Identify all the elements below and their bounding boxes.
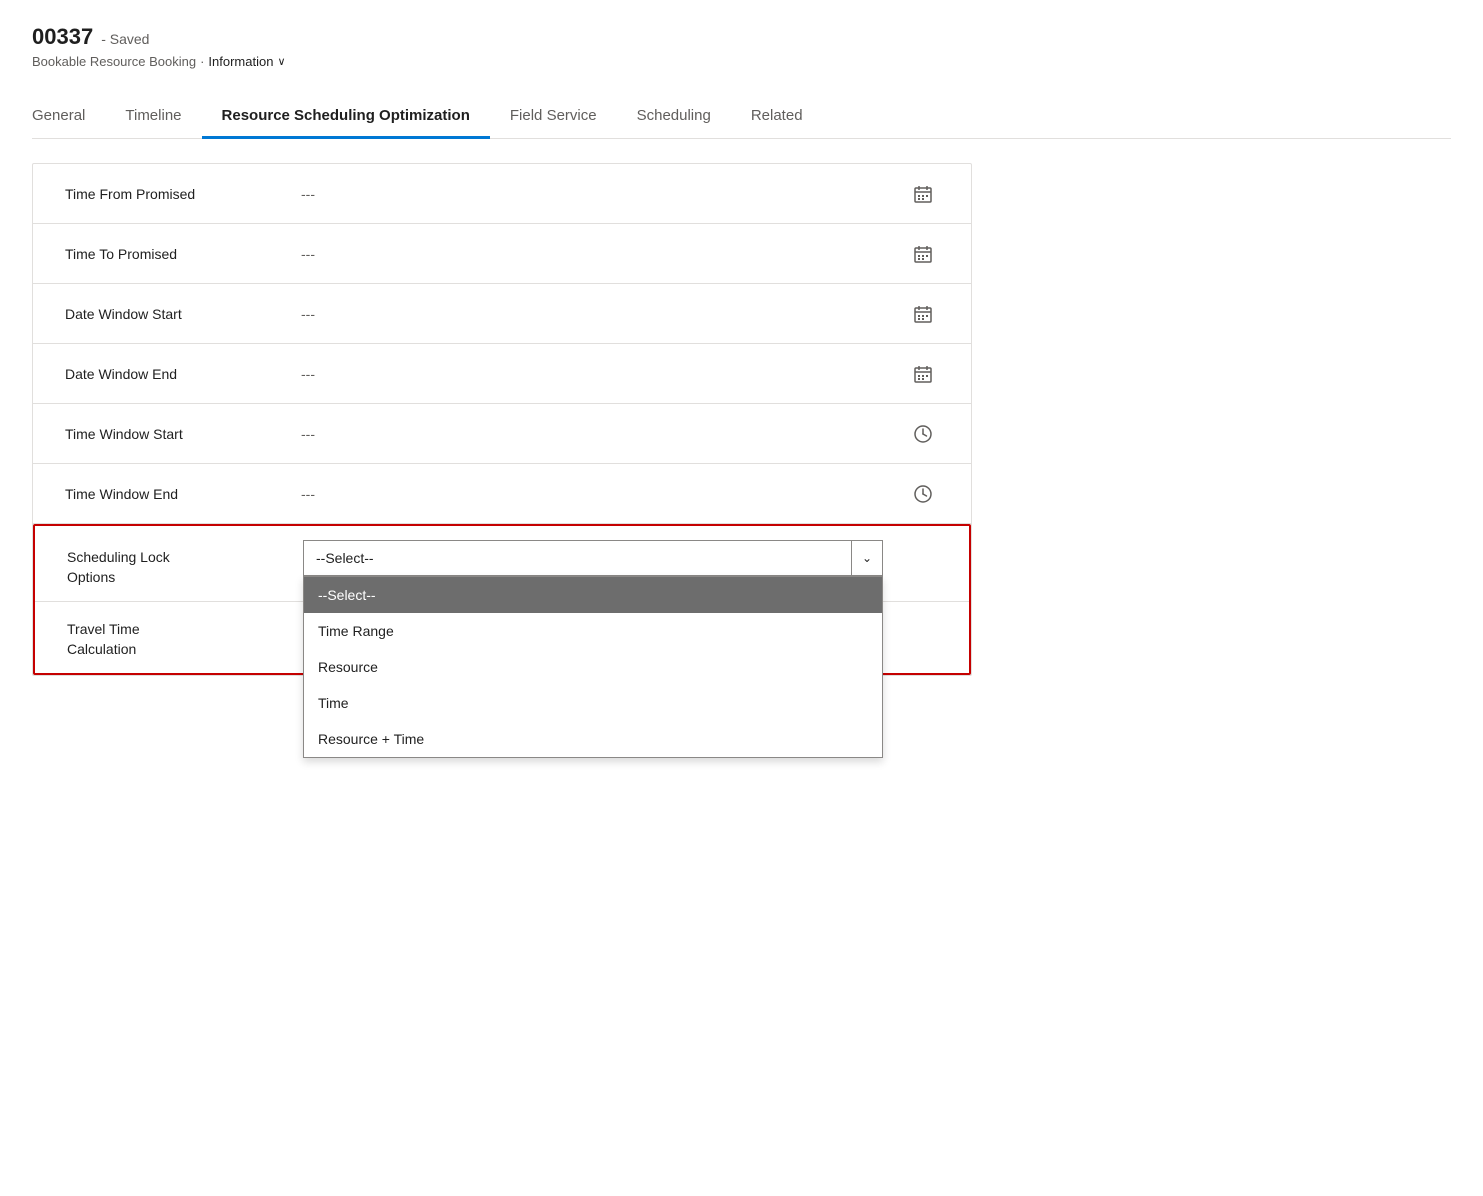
calendar-icon-date-window-end[interactable] <box>907 364 939 384</box>
label-date-window-start: Date Window Start <box>65 306 285 322</box>
tabs-bar: General Timeline Resource Scheduling Opt… <box>32 97 1451 139</box>
row-time-to-promised: Time To Promised --- <box>33 224 971 284</box>
value-time-from-promised: --- <box>285 186 907 202</box>
breadcrumb-current-view[interactable]: Information ∨ <box>208 54 285 69</box>
label-time-window-end: Time Window End <box>65 486 285 502</box>
form-card: Time From Promised --- <box>32 163 972 676</box>
header-section: 00337 - Saved Bookable Resource Booking … <box>32 24 1451 77</box>
chevron-down-icon: ⌄ <box>852 551 882 565</box>
tab-rso[interactable]: Resource Scheduling Optimization <box>202 97 490 139</box>
clock-icon-time-window-end[interactable] <box>907 484 939 504</box>
record-saved: - Saved <box>101 31 149 47</box>
calendar-icon-time-from-promised[interactable] <box>907 184 939 204</box>
dropdown-option-time[interactable]: Time <box>304 685 882 721</box>
value-time-window-end: --- <box>285 486 907 502</box>
tab-field-service[interactable]: Field Service <box>490 97 617 139</box>
label-scheduling-lock-options: Scheduling Lock Options <box>67 540 287 587</box>
row-time-window-start: Time Window Start --- <box>33 404 971 464</box>
label-time-from-promised: Time From Promised <box>65 186 285 202</box>
highlighted-section: Scheduling Lock Options --Select-- ⌄ --S <box>33 524 971 675</box>
breadcrumb-separator: · <box>200 54 204 69</box>
label-date-window-end: Date Window End <box>65 366 285 382</box>
calendar-icon-date-window-start[interactable] <box>907 304 939 324</box>
content-area: Time From Promised --- <box>32 139 1451 700</box>
dropdown-option-select[interactable]: --Select-- <box>304 577 882 613</box>
value-date-window-start: --- <box>285 306 907 322</box>
label-travel-time-calculation: Travel Time Calculation <box>67 616 287 659</box>
select-box-text: --Select-- <box>304 550 851 566</box>
value-date-window-end: --- <box>285 366 907 382</box>
page-container: 00337 - Saved Bookable Resource Booking … <box>0 0 1483 1196</box>
row-scheduling-lock-options: Scheduling Lock Options --Select-- ⌄ --S <box>35 526 969 602</box>
breadcrumb-chevron-icon: ∨ <box>277 55 285 68</box>
row-time-window-end: Time Window End --- <box>33 464 971 524</box>
dropdown-option-time-range[interactable]: Time Range <box>304 613 882 649</box>
scheduling-lock-dropdown: --Select-- Time Range Resource Time <box>303 576 883 758</box>
scheduling-lock-select[interactable]: --Select-- ⌄ <box>303 540 883 576</box>
record-id: 00337 <box>32 24 93 50</box>
breadcrumb: Bookable Resource Booking · Information … <box>32 54 1451 69</box>
row-date-window-start: Date Window Start --- <box>33 284 971 344</box>
row-time-from-promised: Time From Promised --- <box>33 164 971 224</box>
value-time-window-start: --- <box>285 426 907 442</box>
tab-timeline[interactable]: Timeline <box>105 97 201 139</box>
row-date-window-end: Date Window End --- <box>33 344 971 404</box>
value-time-to-promised: --- <box>285 246 907 262</box>
label-time-to-promised: Time To Promised <box>65 246 285 262</box>
tab-scheduling[interactable]: Scheduling <box>617 97 731 139</box>
breadcrumb-entity[interactable]: Bookable Resource Booking <box>32 54 196 69</box>
dropdown-option-resource-time[interactable]: Resource + Time <box>304 721 882 757</box>
scheduling-lock-field: --Select-- ⌄ --Select-- Time Range <box>287 540 937 576</box>
calendar-icon-time-to-promised[interactable] <box>907 244 939 264</box>
tab-related[interactable]: Related <box>731 97 823 139</box>
dropdown-option-resource[interactable]: Resource <box>304 649 882 685</box>
record-title: 00337 - Saved <box>32 24 1451 50</box>
clock-icon-time-window-start[interactable] <box>907 424 939 444</box>
tab-general[interactable]: General <box>32 97 105 139</box>
label-time-window-start: Time Window Start <box>65 426 285 442</box>
